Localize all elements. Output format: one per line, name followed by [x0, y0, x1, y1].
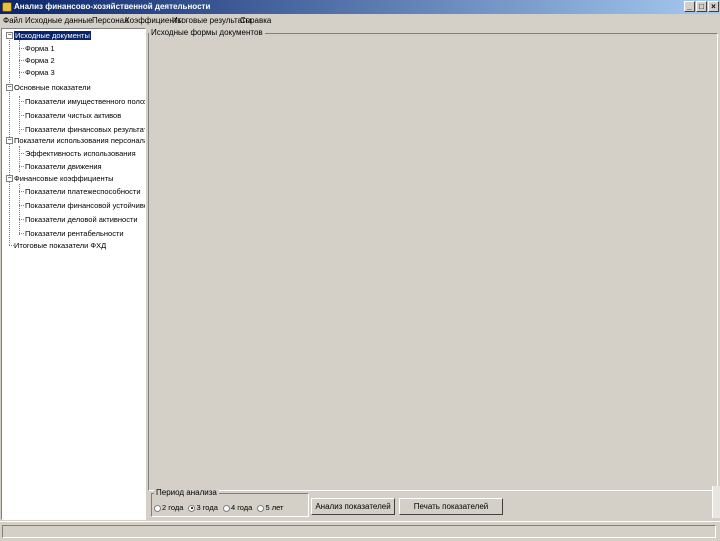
tree-connector [19, 48, 24, 49]
minimize-button[interactable]: _ [684, 1, 695, 12]
tree-item-label: Форма 1 [25, 44, 55, 53]
title-bar: Анализ финансово-хозяйственной деятельно… [0, 0, 720, 14]
tree-connector [19, 205, 24, 206]
tree-item-form-2[interactable]: Форма 2 [25, 55, 55, 66]
tree-item-label: Показатели финансовой устойчивости [25, 201, 146, 210]
tree-item-label: Эффективность использования [25, 149, 136, 158]
tree-item-form-1[interactable]: Форма 1 [25, 43, 55, 54]
tree-item-final-indicators[interactable]: Итоговые показатели ФХД [14, 240, 106, 251]
tree-item-label: Показатели имущественного положения [25, 97, 145, 106]
tree-item-financial-results[interactable]: Показатели финансовых результатов [25, 124, 146, 135]
status-panel [2, 525, 716, 538]
period-radio-5-years[interactable]: 5 лет [257, 503, 283, 512]
print-indicators-button[interactable]: Печать показателей [399, 498, 503, 515]
collapse-icon[interactable]: − [6, 175, 13, 182]
period-radio-2-years[interactable]: 2 года [154, 503, 183, 512]
tree-item-main-indicators[interactable]: Основные показатели [14, 82, 91, 93]
tree-connector [19, 219, 24, 220]
menu-help[interactable]: Справка [240, 16, 271, 25]
documents-group-title: Исходные формы документов [149, 28, 265, 37]
radio-icon [188, 504, 196, 512]
tree-connector [19, 233, 24, 234]
radio-label: 3 года [196, 503, 218, 512]
tree-connector [19, 115, 24, 116]
analyze-indicators-button[interactable]: Анализ показателей [311, 498, 395, 515]
tree-item-label: Исходные документы [14, 31, 91, 40]
tree-connector [19, 72, 24, 73]
period-radio-3-years[interactable]: 3 года [188, 503, 218, 512]
tree-item-personnel-usage[interactable]: Показатели использования персонала [14, 135, 146, 146]
collapse-icon[interactable]: − [6, 84, 13, 91]
tree-connector [19, 146, 20, 172]
documents-group [148, 33, 718, 491]
tree-item-label: Показатели деловой активности [25, 215, 138, 224]
radio-label: 2 года [162, 503, 184, 512]
radio-icon [154, 504, 161, 512]
tree-item-form-3[interactable]: Форма 3 [25, 67, 55, 78]
menu-source-data[interactable]: Исходные данные [25, 16, 93, 25]
tree-item-label: Показатели чистых активов [25, 111, 122, 120]
tree-item-usage-efficiency[interactable]: Эффективность использования [25, 148, 136, 159]
scrollbar[interactable] [712, 486, 720, 518]
tree-item-profitability[interactable]: Показатели рентабельности [25, 228, 124, 239]
tree-item-solvency[interactable]: Показатели платежеспособности [25, 186, 141, 197]
tree-item-label: Показатели платежеспособности [25, 187, 141, 196]
tree-item-label: Показатели использования персонала [14, 136, 146, 145]
app-icon [2, 2, 12, 12]
radio-icon [257, 504, 265, 512]
tree-item-label: Финансовые коэффициенты [14, 174, 114, 183]
menu-bar: Файл Исходные данные Персонал Коэффициен… [0, 14, 720, 27]
navigation-tree[interactable]: − − − − Исходные документы Форма 1 Форма… [1, 28, 146, 520]
tree-item-label: Форма 2 [25, 56, 55, 65]
tree-connector [19, 60, 24, 61]
tree-item-label: Основные показатели [14, 83, 91, 92]
tree-item-label: Форма 3 [25, 68, 55, 77]
tree-item-financial-coefficients[interactable]: Финансовые коэффициенты [14, 173, 114, 184]
collapse-icon[interactable]: − [6, 32, 13, 39]
period-group-title: Период анализа [154, 488, 219, 497]
tree-connector [19, 101, 24, 102]
tree-item-business-activity[interactable]: Показатели деловой активности [25, 214, 138, 225]
menu-file[interactable]: Файл [3, 16, 23, 25]
menu-personnel[interactable]: Персонал [92, 16, 129, 25]
tree-item-label: Показатели движения [25, 162, 102, 171]
tree-item-label: Итоговые показатели ФХД [14, 241, 107, 250]
maximize-button[interactable]: □ [696, 1, 707, 12]
tree-item-label: Показатели рентабельности [25, 229, 124, 238]
tree-connector [19, 129, 24, 130]
tree-item-label: Показатели финансовых результатов [25, 125, 146, 134]
tree-item-net-assets[interactable]: Показатели чистых активов [25, 110, 121, 121]
window-title: Анализ финансово-хозяйственной деятельно… [14, 2, 211, 11]
radio-label: 5 лет [265, 503, 284, 512]
collapse-icon[interactable]: − [6, 137, 13, 144]
tree-item-source-documents[interactable]: Исходные документы [14, 30, 91, 41]
tree-connector [19, 191, 24, 192]
close-button[interactable]: × [708, 1, 719, 12]
period-options: 2 года 3 года 4 года 5 лет [154, 503, 286, 513]
tree-item-stability[interactable]: Показатели финансовой устойчивости [25, 200, 146, 211]
period-radio-4-years[interactable]: 4 года [222, 503, 253, 512]
radio-icon [222, 504, 230, 512]
tree-connector [19, 166, 24, 167]
radio-label: 4 года [230, 503, 253, 512]
status-bar [0, 521, 720, 541]
tree-item-property-indicators[interactable]: Показатели имущественного положения [25, 96, 145, 107]
tree-item-movement[interactable]: Показатели движения [25, 161, 102, 172]
tree-connector [19, 153, 24, 154]
